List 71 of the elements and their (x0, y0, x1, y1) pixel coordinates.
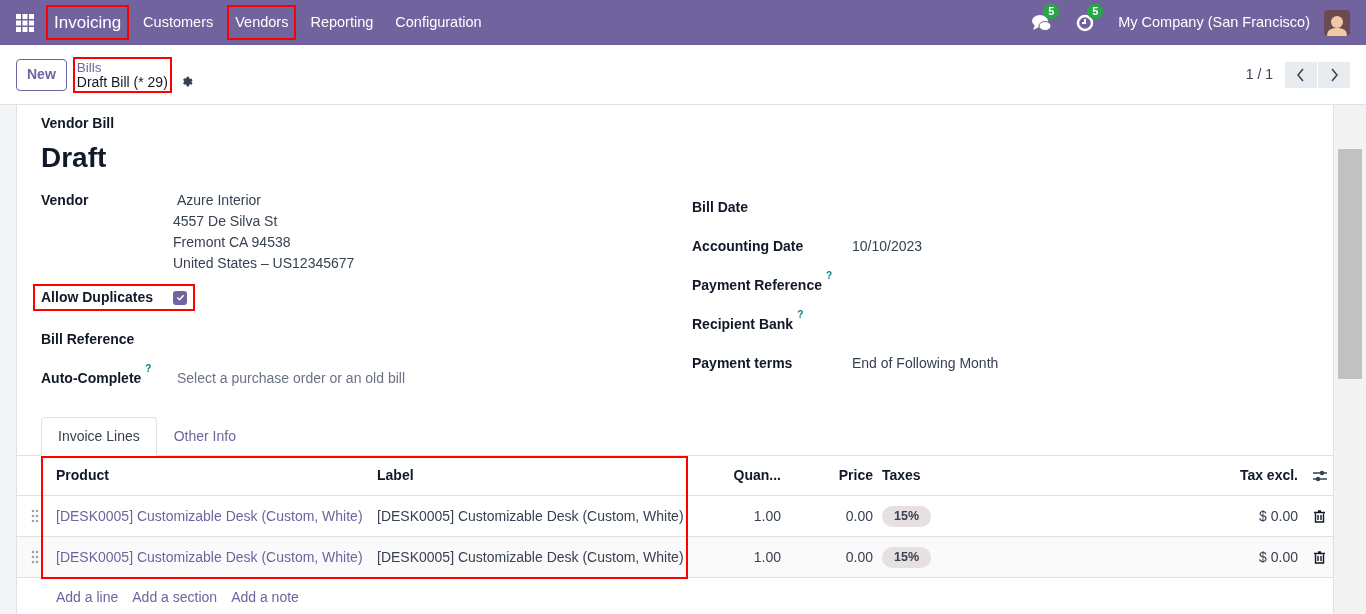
column-header[interactable]: Label (377, 467, 414, 483)
table-cell: 0.00 (845, 507, 873, 524)
column-header[interactable]: Price (838, 467, 873, 483)
field-label: Recipient Bank (692, 315, 794, 334)
settings-icon[interactable] (180, 75, 194, 88)
checkbox[interactable] (173, 290, 187, 305)
help-tooltip[interactable]: ? (145, 363, 152, 375)
field-label: Auto-Complete (41, 369, 142, 388)
menu-item[interactable]: Configuration (387, 4, 490, 41)
add-line-link[interactable]: Add a note (231, 587, 299, 608)
checkmark-icon (175, 293, 185, 302)
address-line: 4557 De Silva St (173, 212, 279, 231)
user-avatar[interactable] (1324, 9, 1350, 36)
product-link[interactable]: [DESK0005] Customizable Desk (Custom, White) (56, 507, 363, 524)
table-cell: 0.00 (845, 548, 873, 565)
field-value[interactable]: End of Following Month (852, 353, 999, 374)
help-tooltip[interactable]: ? (825, 270, 833, 282)
field-label: Accounting Date (692, 237, 804, 256)
tab[interactable]: Invoice Lines (41, 417, 157, 456)
record-status: Draft (41, 141, 108, 175)
apps-menu-icon[interactable] (16, 13, 34, 32)
product-link[interactable]: [DESK0005] Customizable Desk (Custom, White) (56, 548, 363, 565)
tax-tag[interactable]: 15% (882, 547, 932, 568)
field-label: Vendor (41, 191, 89, 210)
menu-item[interactable]: Customers (135, 4, 222, 41)
field-label: Payment Reference (692, 276, 822, 295)
count-badge: 5 (1043, 3, 1060, 19)
field-label: Bill Date (692, 198, 748, 217)
scrollbar-thumb[interactable] (1338, 149, 1362, 379)
previous-button[interactable] (1285, 61, 1317, 88)
autocomplete-field[interactable]: Select a purchase order or an old bill (177, 368, 477, 389)
delete-icon[interactable] (1314, 550, 1325, 564)
table-cell: [DESK0005] Customizable Desk (Custom, White) (377, 548, 684, 565)
next-button[interactable] (1318, 61, 1350, 88)
column-header[interactable]: Quan... (733, 467, 781, 483)
table-cell: [DESK0005] Customizable Desk (Custom, White) (377, 507, 684, 524)
document-type: Vendor Bill (41, 114, 116, 133)
column-settings-icon[interactable] (1312, 468, 1327, 483)
add-line-link[interactable]: Add a line (56, 587, 119, 608)
pager-value: 1 / 1 (1245, 65, 1273, 84)
new-button[interactable]: New (16, 58, 67, 91)
drag-handle-icon[interactable] (31, 550, 39, 564)
count-badge: 5 (1087, 3, 1104, 19)
record-title: Draft Bill (* 29) (76, 74, 168, 90)
column-header[interactable]: Tax excl. (1239, 467, 1298, 483)
column-header[interactable]: Taxes (882, 467, 921, 483)
table-cell: 1.00 (753, 507, 781, 524)
add-line-link[interactable]: Add a section (132, 587, 218, 608)
tax-tag[interactable]: 15% (882, 506, 932, 527)
table-cell: $ 0.00 (1259, 507, 1298, 524)
column-header[interactable]: Product (56, 467, 109, 483)
tab[interactable]: Other Info (156, 417, 253, 456)
vendor-name[interactable]: Azure Interior (177, 190, 355, 211)
table-cell: 1.00 (753, 548, 781, 565)
menu-item[interactable]: Vendors (227, 4, 297, 41)
drag-handle-icon[interactable] (31, 509, 39, 523)
field-label: Payment terms (692, 354, 793, 373)
address-line: United States – US12345677 (173, 254, 355, 273)
delete-icon[interactable] (1314, 509, 1325, 523)
field-value[interactable]: 10/10/2023 (852, 236, 923, 257)
field-label: Bill Reference (41, 330, 135, 349)
table-cell: $ 0.00 (1259, 548, 1298, 565)
chat-icon[interactable] (1032, 13, 1053, 32)
field-label: Allow Duplicates (41, 289, 154, 305)
breadcrumb-link[interactable]: Bills (76, 59, 168, 75)
clock-icon[interactable] (1076, 13, 1095, 32)
menu-item[interactable]: Reporting (302, 4, 382, 41)
address-line: Fremont CA 94538 (173, 233, 292, 252)
help-tooltip[interactable]: ? (797, 309, 804, 321)
app-name[interactable]: Invoicing (46, 4, 130, 41)
company-name[interactable]: My Company (San Francisco) (1118, 11, 1310, 34)
